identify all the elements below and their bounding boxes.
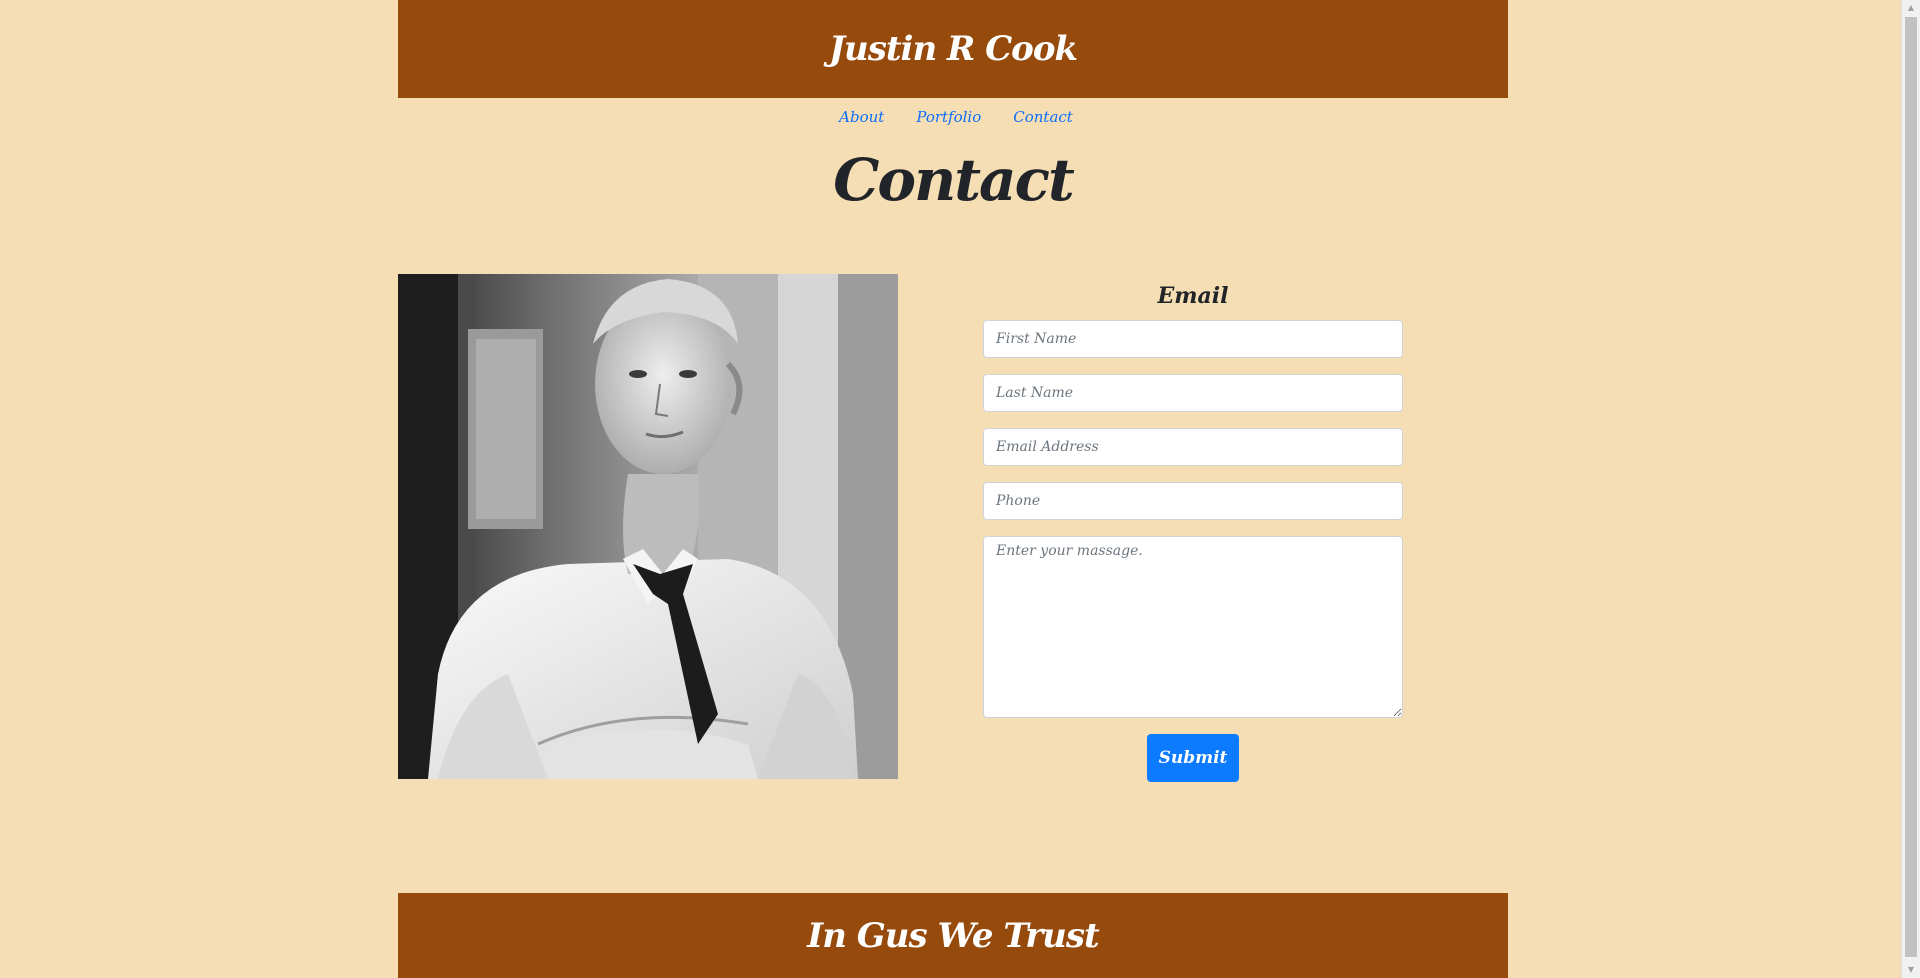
page-viewport: Justin R Cook About Portfolio Contact Co… (0, 0, 1902, 978)
footer-motto: In Gus We Trust (807, 915, 1099, 956)
last-name-field[interactable] (983, 374, 1403, 412)
email-form: Email Submit (983, 274, 1403, 782)
form-title: Email (1157, 283, 1229, 309)
message-textarea[interactable] (983, 536, 1403, 718)
page-title: Contact (833, 146, 1075, 214)
submit-wrapper: Submit (983, 734, 1403, 782)
main-container: Justin R Cook About Portfolio Contact Co… (398, 0, 1508, 978)
scroll-up-arrow-icon[interactable]: ▲ (1902, 0, 1920, 16)
site-title: Justin R Cook (828, 29, 1078, 69)
portrait-photo (398, 274, 898, 779)
phone-field[interactable] (983, 482, 1403, 520)
vertical-scrollbar[interactable]: ▲ ▼ (1901, 0, 1920, 978)
nav-link-portfolio[interactable]: Portfolio (916, 108, 981, 134)
scrollbar-thumb[interactable] (1905, 17, 1917, 957)
nav-link-contact[interactable]: Contact (1013, 108, 1073, 134)
submit-button[interactable]: Submit (1147, 734, 1239, 782)
site-header: Justin R Cook (398, 0, 1508, 98)
scroll-down-arrow-icon[interactable]: ▼ (1902, 962, 1920, 978)
site-footer: In Gus We Trust (398, 893, 1508, 978)
contact-content: Email Submit (398, 274, 1508, 782)
email-field[interactable] (983, 428, 1403, 466)
first-name-field[interactable] (983, 320, 1403, 358)
main-nav: About Portfolio Contact (398, 98, 1508, 134)
nav-link-about[interactable]: About (839, 108, 884, 134)
